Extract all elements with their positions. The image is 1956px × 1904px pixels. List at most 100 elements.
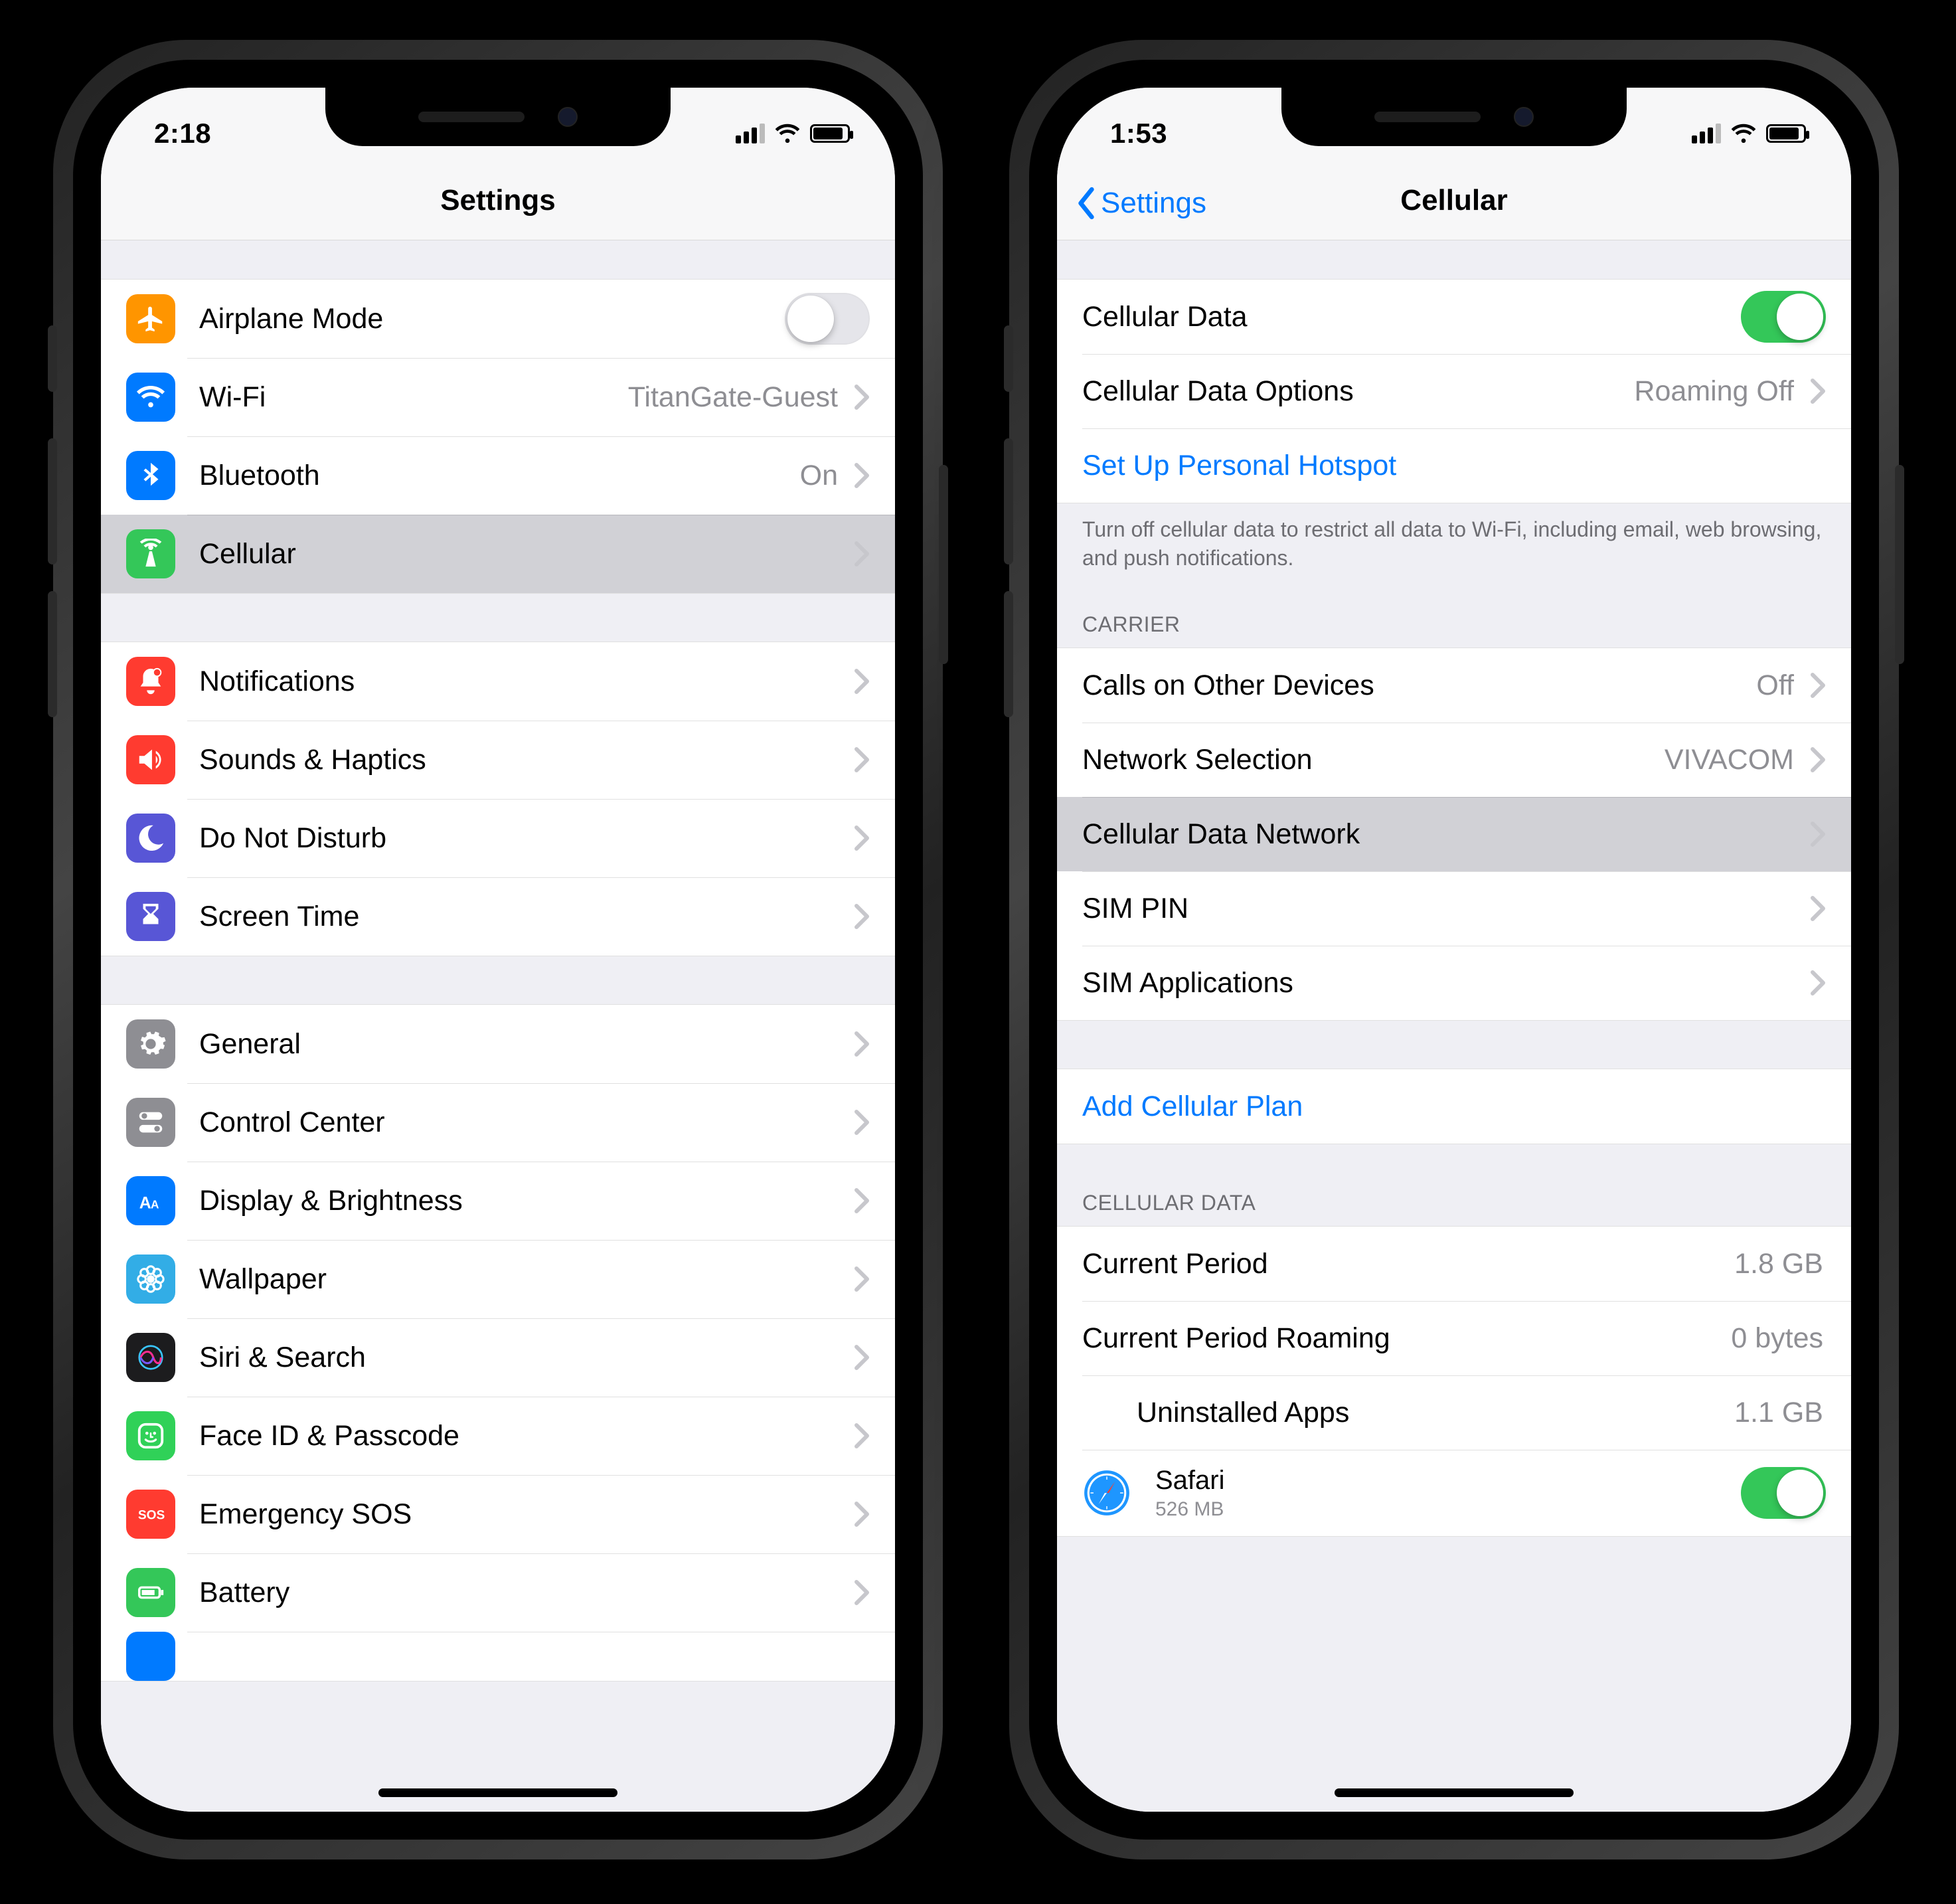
chevron-icon [1810,672,1826,699]
chevron-icon [854,1423,870,1449]
chevron-icon [854,746,870,773]
notifications-icon [126,657,175,706]
row-label: Battery [199,1577,289,1609]
row-cellular-data-network[interactable]: Cellular Data Network [1057,797,1851,871]
row-label: Display & Brightness [199,1185,463,1217]
row-battery[interactable]: Battery [101,1553,895,1632]
roaming-value: 0 bytes [1731,1322,1823,1355]
chevron-icon [854,541,870,567]
row-label: Emergency SOS [199,1498,412,1531]
row-screen-time[interactable]: Screen Time [101,877,895,956]
chevron-icon [854,1109,870,1136]
row-label: Bluetooth [199,460,320,492]
hourglass-icon [126,892,175,941]
row-sounds[interactable]: Sounds & Haptics [101,721,895,799]
chevron-icon [854,668,870,695]
row-bluetooth[interactable]: Bluetooth On [101,436,895,515]
bluetooth-icon [126,451,175,500]
chevron-icon [1810,895,1826,922]
privacy-icon [126,1632,175,1681]
row-safari-usage[interactable]: Safari 526 MB [1057,1450,1851,1536]
chevron-icon [1810,821,1826,847]
row-wifi[interactable]: Wi-Fi TitanGate-Guest [101,358,895,436]
row-label: Airplane Mode [199,303,383,335]
toggles-icon [126,1098,175,1147]
notch [325,88,671,146]
row-calls-other-devices[interactable]: Calls on Other Devices Off [1057,648,1851,723]
battery-icon [810,124,850,143]
row-dnd[interactable]: Do Not Disturb [101,799,895,877]
period-value: 1.8 GB [1734,1248,1823,1280]
row-cellular[interactable]: Cellular [101,515,895,593]
row-privacy-partial[interactable] [101,1632,895,1681]
chevron-icon [1810,378,1826,404]
sos-icon [126,1490,175,1539]
settings-list[interactable]: Airplane Mode Wi-Fi TitanGate-Guest Blue… [101,240,895,1812]
add-plan-link: Add Cellular Plan [1082,1090,1303,1123]
home-indicator[interactable] [1335,1788,1574,1797]
row-label: Wi-Fi [199,381,266,414]
network-value: VIVACOM [1665,744,1794,776]
row-sos[interactable]: Emergency SOS [101,1475,895,1553]
chevron-icon [854,1579,870,1606]
row-label: Cellular Data Network [1082,818,1360,851]
row-current-period-roaming: Current Period Roaming 0 bytes [1057,1301,1851,1375]
row-uninstalled-apps[interactable]: Uninstalled Apps 1.1 GB [1057,1375,1851,1450]
row-hotspot[interactable]: Set Up Personal Hotspot [1057,428,1851,503]
chevron-icon [854,903,870,930]
row-label: General [199,1028,301,1061]
wallpaper-icon [126,1255,175,1304]
cellular-signal-icon [736,124,765,143]
row-label: Wallpaper [199,1263,327,1296]
row-label: Uninstalled Apps [1137,1397,1349,1429]
row-label: Face ID & Passcode [199,1420,459,1452]
sounds-icon [126,735,175,784]
row-display[interactable]: Display & Brightness [101,1162,895,1240]
faceid-icon [126,1411,175,1460]
chevron-icon [1810,746,1826,773]
chevron-icon [854,1344,870,1371]
cellular-list[interactable]: Cellular Data Cellular Data Options Roam… [1057,240,1851,1812]
row-wallpaper[interactable]: Wallpaper [101,1240,895,1318]
row-network-selection[interactable]: Network Selection VIVACOM [1057,723,1851,797]
options-value: Roaming Off [1634,375,1794,408]
page-title: Settings [440,184,556,217]
row-label: Siri & Search [199,1341,366,1374]
row-label: Screen Time [199,901,359,933]
home-indicator[interactable] [378,1788,617,1797]
row-airplane-mode[interactable]: Airplane Mode [101,280,895,358]
status-time: 1:53 [1110,118,1167,149]
chevron-icon [854,1266,870,1292]
row-label: Current Period [1082,1248,1268,1280]
row-control-center[interactable]: Control Center [101,1083,895,1162]
status-time: 2:18 [154,118,211,149]
page-title: Cellular [1400,184,1507,217]
row-cellular-data[interactable]: Cellular Data [1057,280,1851,354]
row-sim-applications[interactable]: SIM Applications [1057,946,1851,1020]
row-cellular-options[interactable]: Cellular Data Options Roaming Off [1057,354,1851,428]
back-button[interactable]: Settings [1073,187,1206,220]
row-siri[interactable]: Siri & Search [101,1318,895,1397]
row-faceid[interactable]: Face ID & Passcode [101,1397,895,1475]
airplane-toggle[interactable] [785,293,870,345]
chevron-icon [854,1187,870,1214]
chevron-icon [854,384,870,410]
wifi-settings-icon [126,373,175,422]
gear-icon [126,1019,175,1069]
row-notifications[interactable]: Notifications [101,642,895,721]
uninstalled-value: 1.1 GB [1734,1397,1823,1429]
cellular-data-footer: Turn off cellular data to restrict all d… [1057,503,1851,572]
cellular-data-toggle[interactable] [1741,291,1826,343]
row-label: SIM PIN [1082,893,1188,925]
cellular-icon [126,529,175,578]
wifi-icon [774,120,801,147]
row-add-cellular-plan[interactable]: Add Cellular Plan [1057,1069,1851,1144]
hotspot-link: Set Up Personal Hotspot [1082,450,1396,482]
chevron-icon [1810,970,1826,996]
safari-toggle[interactable] [1741,1467,1826,1519]
chevron-icon [854,1501,870,1527]
battery-icon [1766,124,1806,143]
row-sim-pin[interactable]: SIM PIN [1057,871,1851,946]
row-general[interactable]: General [101,1005,895,1083]
wifi-value: TitanGate-Guest [628,381,838,414]
